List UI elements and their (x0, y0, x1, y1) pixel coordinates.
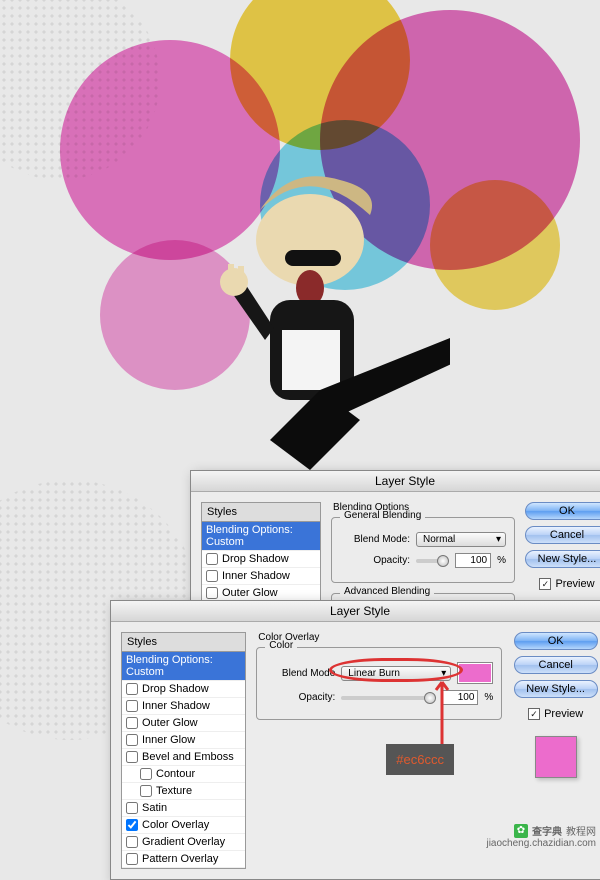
preview-checkbox[interactable]: ✓ (539, 578, 551, 590)
styles-header: Styles (122, 633, 245, 652)
style-row[interactable]: Texture (122, 783, 245, 800)
style-row[interactable]: Drop Shadow (122, 681, 245, 698)
new-style-button[interactable]: New Style... (525, 550, 600, 568)
styles-header: Styles (202, 503, 320, 522)
general-blending-group: General Blending Blend Mode: Normal Opac… (331, 517, 515, 583)
style-checkbox[interactable] (126, 717, 138, 729)
style-checkbox[interactable] (126, 700, 138, 712)
style-row[interactable]: Inner Glow (122, 732, 245, 749)
style-row[interactable]: Contour (122, 766, 245, 783)
preview-swatch (535, 736, 577, 778)
options-main: Color Overlay Color Blend Mode Linear Bu… (256, 632, 502, 869)
style-checkbox[interactable] (206, 587, 218, 599)
new-style-button[interactable]: New Style... (514, 680, 598, 698)
style-row-blending-options[interactable]: Blending Options: Custom (122, 652, 245, 681)
style-checkbox[interactable] (126, 853, 138, 865)
opacity-slider[interactable] (341, 696, 436, 700)
artwork-canvas (0, 0, 600, 500)
ok-button[interactable]: OK (514, 632, 598, 650)
style-checkbox[interactable] (126, 802, 138, 814)
style-checkbox[interactable] (126, 734, 138, 746)
style-row[interactable]: Inner Shadow (202, 568, 320, 585)
cancel-button[interactable]: Cancel (525, 526, 600, 544)
annotation-arrow-icon (428, 672, 458, 752)
style-row[interactable]: Drop Shadow (202, 551, 320, 568)
logo-icon: ✿ (514, 824, 528, 838)
dialog-title: Layer Style (111, 601, 600, 622)
style-checkbox[interactable] (126, 751, 138, 763)
style-row[interactable]: Satin (122, 800, 245, 817)
dialog-title: Layer Style (191, 471, 600, 492)
opacity-slider[interactable] (416, 559, 449, 563)
style-checkbox[interactable] (126, 683, 138, 695)
style-checkbox[interactable] (126, 819, 138, 831)
style-row[interactable]: Bevel and Emboss (122, 749, 245, 766)
style-row[interactable]: Outer Glow (122, 715, 245, 732)
color-group: Color Blend Mode Linear Burn Opacity: 10… (256, 647, 502, 720)
subject-photo (170, 170, 450, 490)
style-checkbox[interactable] (140, 785, 152, 797)
ok-button[interactable]: OK (525, 502, 600, 520)
style-row-color-overlay[interactable]: Color Overlay (122, 817, 245, 834)
style-checkbox[interactable] (206, 553, 218, 565)
blend-mode-select[interactable]: Normal (416, 532, 506, 547)
style-checkbox[interactable] (140, 768, 152, 780)
style-row-blending-options[interactable]: Blending Options: Custom (202, 522, 320, 551)
style-row[interactable]: Gradient Overlay (122, 834, 245, 851)
watermark: ✿查字典 教程网 jiaocheng.chazidian.com (486, 823, 596, 849)
style-row[interactable]: Inner Shadow (122, 698, 245, 715)
style-checkbox[interactable] (206, 570, 218, 582)
color-swatch[interactable] (457, 662, 493, 684)
cancel-button[interactable]: Cancel (514, 656, 598, 674)
styles-list-panel: Styles Blending Options: Custom Drop Sha… (121, 632, 246, 869)
opacity-input[interactable]: 100 (455, 553, 491, 568)
preview-checkbox[interactable]: ✓ (528, 708, 540, 720)
annotation-label: #ec6ccc (386, 744, 454, 775)
style-checkbox[interactable] (126, 836, 138, 848)
style-row[interactable]: Pattern Overlay (122, 851, 245, 868)
